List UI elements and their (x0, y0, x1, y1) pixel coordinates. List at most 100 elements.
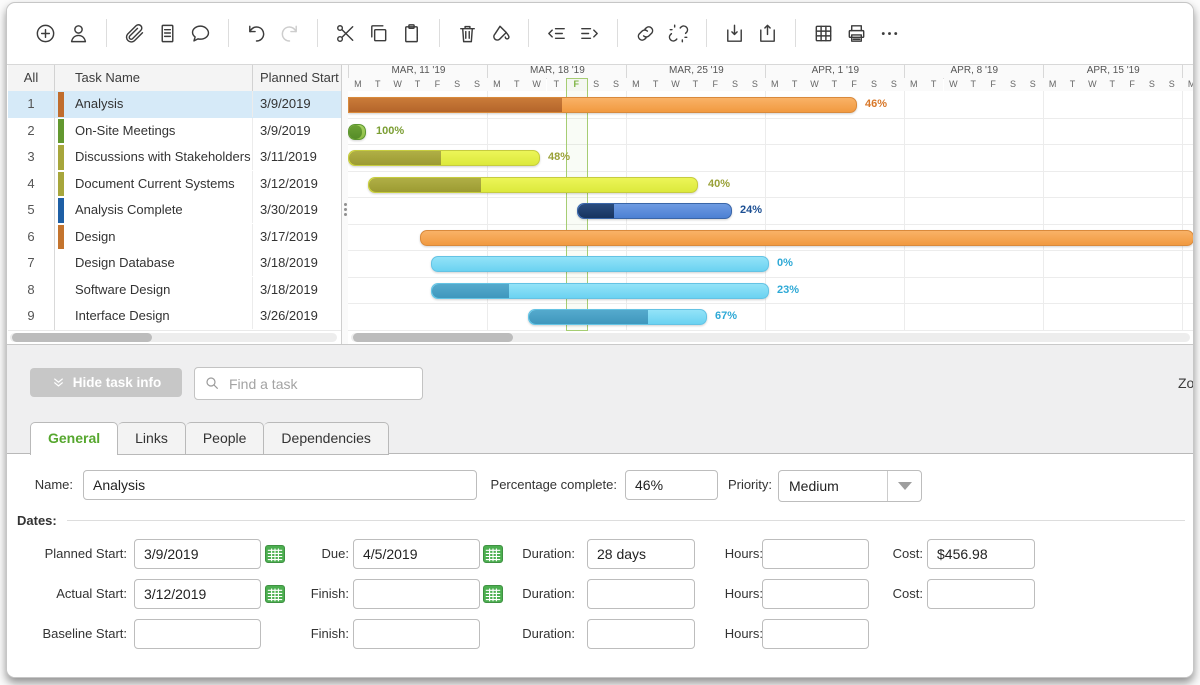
planned-start-cell[interactable]: 3/12/2019 (252, 170, 341, 197)
tab-dependencies[interactable]: Dependencies (264, 422, 389, 455)
gantt-bar[interactable] (431, 256, 769, 272)
cost-field[interactable]: $456.98 (927, 539, 1035, 569)
find-task-input[interactable] (227, 368, 416, 399)
planned-start-cell[interactable]: 3/11/2019 (252, 144, 341, 170)
attachment-button[interactable] (119, 18, 150, 48)
gantt-bar[interactable] (577, 203, 732, 219)
task-name-cell[interactable]: Software Design (75, 277, 170, 303)
row-number-cell[interactable]: 5 (8, 197, 55, 224)
row-number-cell[interactable]: 4 (8, 170, 55, 197)
calendar-icon[interactable] (265, 584, 285, 604)
priority-select[interactable]: Medium (778, 470, 922, 502)
planned-start-field[interactable]: 3/9/2019 (134, 539, 261, 569)
finish-field[interactable] (353, 619, 480, 649)
planned-start-cell[interactable]: 3/18/2019 (252, 276, 341, 303)
calendar-icon[interactable] (483, 544, 503, 564)
row-number-cell[interactable]: 2 (8, 117, 55, 144)
link-button[interactable] (630, 18, 661, 48)
cut-button[interactable] (330, 18, 361, 48)
export-button[interactable] (752, 18, 783, 48)
task-row[interactable]: 1 Analysis 3/9/2019 (8, 91, 341, 119)
gantt-bar[interactable] (348, 150, 540, 166)
paste-button[interactable] (396, 18, 427, 48)
more-button[interactable] (874, 18, 905, 48)
gantt-bar[interactable] (528, 309, 707, 325)
indent-button[interactable] (574, 18, 605, 48)
planned-start-cell[interactable]: 3/26/2019 (252, 303, 341, 329)
comment-button[interactable] (185, 18, 216, 48)
column-header-task-name[interactable]: Task Name (75, 65, 140, 91)
task-name-cell[interactable]: On-Site Meetings (75, 118, 175, 144)
add-person-button[interactable] (63, 18, 94, 48)
column-header-all[interactable]: All (8, 65, 55, 91)
baseline-start-field[interactable] (134, 619, 261, 649)
hours-field[interactable] (762, 619, 869, 649)
gantt-bar[interactable] (348, 97, 857, 113)
duration-field[interactable] (587, 579, 695, 609)
task-row[interactable]: 9 Interface Design 3/26/2019 (8, 303, 341, 331)
gantt-bar[interactable] (368, 176, 698, 193)
row-number-cell[interactable]: 3 (8, 144, 55, 171)
task-row[interactable]: 2 On-Site Meetings 3/9/2019 (8, 117, 341, 145)
week-header-cell: APR, 8 '19 (903, 65, 1044, 79)
hours-field[interactable] (762, 579, 869, 609)
add-task-button[interactable] (30, 18, 61, 48)
unlink-button[interactable] (663, 18, 694, 48)
column-header-planned-start[interactable]: Planned Start (252, 65, 341, 91)
duration-field[interactable] (587, 619, 695, 649)
priority-dropdown-arrow-icon[interactable] (887, 471, 921, 501)
gantt-bar[interactable] (348, 123, 366, 140)
calendar-icon[interactable] (265, 544, 285, 564)
task-row[interactable]: 7 Design Database 3/18/2019 (8, 250, 341, 278)
planned-start-cell[interactable]: 3/17/2019 (252, 223, 341, 250)
name-field[interactable]: Analysis (83, 470, 477, 500)
actual-start-field[interactable]: 3/12/2019 (134, 579, 261, 609)
task-name-cell[interactable]: Discussions with Stakeholders (75, 144, 251, 170)
planned-start-cell[interactable]: 3/9/2019 (252, 117, 341, 144)
task-row[interactable]: 3 Discussions with Stakeholders 3/11/2019 (8, 144, 341, 172)
row-number-cell[interactable]: 7 (8, 250, 55, 277)
row-number-cell[interactable]: 8 (8, 276, 55, 303)
tab-people[interactable]: People (185, 422, 265, 455)
notes-button[interactable] (152, 18, 183, 48)
row-number-cell[interactable]: 6 (8, 223, 55, 250)
undo-button[interactable] (241, 18, 272, 48)
finish-field[interactable] (353, 579, 480, 609)
task-row[interactable]: 8 Software Design 3/18/2019 (8, 276, 341, 304)
task-name-cell[interactable]: Analysis Complete (75, 197, 183, 223)
task-name-cell[interactable]: Design (75, 224, 115, 250)
task-name-cell[interactable]: Analysis (75, 91, 123, 117)
delete-button[interactable] (452, 18, 483, 48)
cost-field[interactable] (927, 579, 1035, 609)
hide-task-info-button[interactable]: Hide task info (30, 368, 182, 397)
row-number-cell[interactable]: 1 (8, 91, 55, 118)
outdent-button[interactable] (541, 18, 572, 48)
planned-start-cell[interactable]: 3/18/2019 (252, 250, 341, 276)
table-h-scrollbar-thumb[interactable] (12, 333, 152, 342)
columns-button[interactable] (808, 18, 839, 48)
row-number-cell[interactable]: 9 (8, 303, 55, 330)
calendar-icon[interactable] (483, 584, 503, 604)
task-row[interactable]: 4 Document Current Systems 3/12/2019 (8, 170, 341, 198)
planned-start-cell[interactable]: 3/30/2019 (252, 197, 341, 223)
copy-button[interactable] (363, 18, 394, 48)
tab-links[interactable]: Links (118, 422, 186, 455)
due-field[interactable]: 4/5/2019 (353, 539, 480, 569)
print-button[interactable] (841, 18, 872, 48)
task-row[interactable]: 6 Design 3/17/2019 (8, 223, 341, 251)
hours-field[interactable] (762, 539, 869, 569)
gantt-h-scrollbar-thumb[interactable] (353, 333, 513, 342)
task-name-cell[interactable]: Interface Design (75, 303, 170, 329)
task-name-cell[interactable]: Document Current Systems (75, 171, 235, 197)
duration-field[interactable]: 28 days (587, 539, 695, 569)
fill-color-button[interactable] (485, 18, 516, 48)
table-h-scrollbar[interactable] (10, 333, 337, 342)
planned-start-cell[interactable]: 3/9/2019 (252, 91, 341, 117)
gantt-bar[interactable] (431, 282, 769, 299)
gantt-bar[interactable] (420, 229, 1193, 246)
import-button[interactable] (719, 18, 750, 48)
task-row[interactable]: 5 Analysis Complete 3/30/2019 (8, 197, 341, 225)
tab-general[interactable]: General (30, 422, 119, 455)
task-name-cell[interactable]: Design Database (75, 250, 175, 276)
gantt-h-scrollbar[interactable] (351, 333, 1190, 342)
